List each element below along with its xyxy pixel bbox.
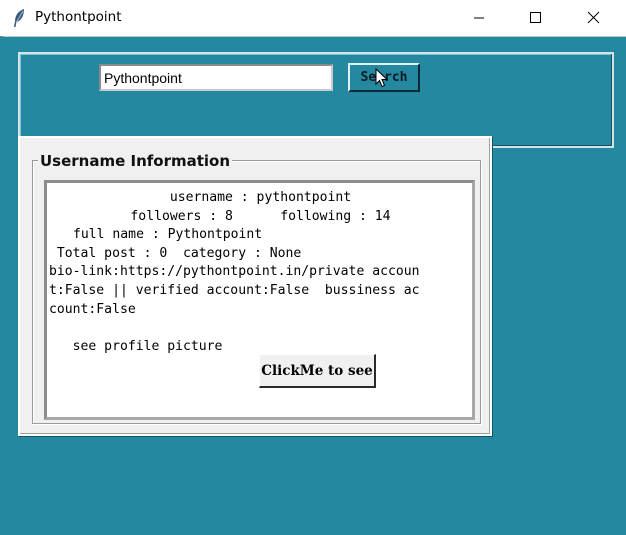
username-search-input[interactable] <box>99 64 333 91</box>
info-line-bio-2: t:False || verified account:False bussin… <box>49 282 420 298</box>
info-line-blank <box>49 319 472 338</box>
info-line-bio-3: count:False <box>49 301 136 317</box>
mouse-pointer-icon <box>375 67 389 92</box>
minimize-button[interactable] <box>456 0 502 36</box>
info-line-posts: Total post : 0 category : None <box>49 245 302 261</box>
maximize-button[interactable] <box>512 0 558 36</box>
info-line-followers: followers : 8 following : 14 <box>130 208 391 224</box>
close-button[interactable] <box>570 0 616 36</box>
info-panel: Username Information username : pythontp… <box>18 136 492 436</box>
group-label: Username Information <box>38 152 233 170</box>
click-me-to-see-button[interactable]: ClickMe to see <box>259 354 376 388</box>
info-line-bio-1: bio-link:https://pythontpoint.in/private… <box>49 264 420 280</box>
info-line-username: username : pythontpoint <box>169 190 352 205</box>
main-window-area: Search Username Information username : p… <box>0 36 626 535</box>
feather-icon <box>12 8 26 28</box>
title-bar: Pythontpoint <box>0 0 626 36</box>
window-title: Pythontpoint <box>35 9 122 25</box>
info-line-fullname: full name : Pythontpoint <box>73 227 263 243</box>
